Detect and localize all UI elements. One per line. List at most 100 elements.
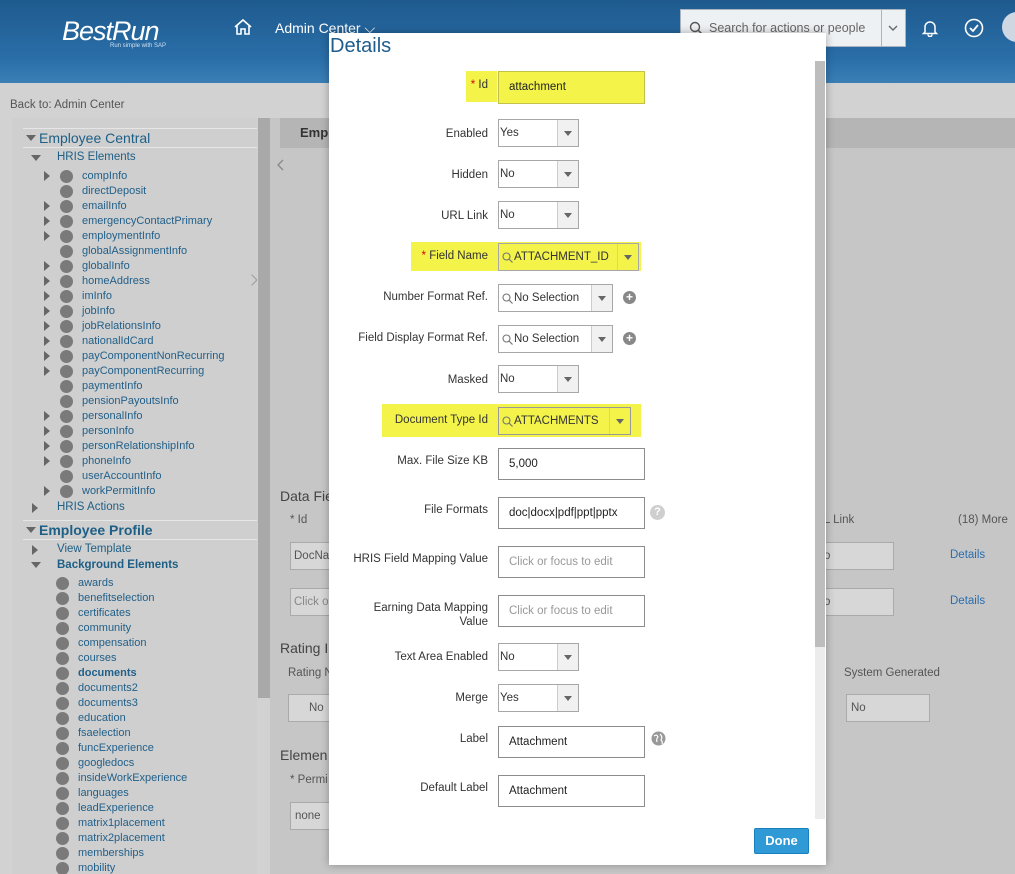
dropdown-arrow-icon[interactable] <box>557 202 578 228</box>
tree-section-employee-profile[interactable]: Employee Profile <box>23 520 257 540</box>
tree-item[interactable]: globalAssignmentInfo <box>82 245 187 257</box>
row1-url-select[interactable]: o <box>820 542 894 570</box>
tree-item[interactable]: pensionPayoutsInfo <box>82 395 179 407</box>
dropdown-arrow-icon[interactable] <box>617 244 638 270</box>
expand-arrow-icon[interactable] <box>44 351 50 361</box>
tree-item[interactable]: payComponentRecurring <box>82 365 204 377</box>
hidden-select[interactable]: No <box>498 160 579 188</box>
dropdown-arrow-icon[interactable] <box>591 326 612 352</box>
file-formats-input[interactable]: doc|docx|pdf|ppt|pptx <box>498 497 645 529</box>
tree-item[interactable]: directDeposit <box>82 185 146 197</box>
tree-item[interactable]: personalInfo <box>82 410 143 422</box>
tree-item[interactable]: nationalIdCard <box>82 335 154 347</box>
tree-item[interactable]: benefitselection <box>78 592 154 604</box>
todo-check-icon[interactable] <box>964 18 984 38</box>
collapse-arrow-icon[interactable] <box>31 562 41 568</box>
tree-item[interactable]: jobInfo <box>82 305 115 317</box>
expand-arrow-icon[interactable] <box>32 503 38 513</box>
tree-node-view-template[interactable]: View Template <box>57 543 131 555</box>
expand-arrow-icon[interactable] <box>44 201 50 211</box>
tree-node-hris-elements[interactable]: HRIS Elements <box>57 151 136 163</box>
expand-arrow-icon[interactable] <box>44 441 50 451</box>
tree-item[interactable]: userAccountInfo <box>82 470 162 482</box>
dialog-scroll-thumb[interactable] <box>815 61 825 647</box>
tree-item[interactable]: compInfo <box>82 170 127 182</box>
text-area-enabled-select[interactable]: No <box>498 643 579 671</box>
search-dropdown-button[interactable] <box>881 10 905 46</box>
id-input[interactable]: attachment <box>498 71 645 104</box>
dropdown-arrow-icon[interactable] <box>557 644 578 670</box>
tree-item[interactable]: courses <box>78 652 117 664</box>
dropdown-arrow-icon[interactable] <box>591 285 612 311</box>
tree-item[interactable]: insideWorkExperience <box>78 772 187 784</box>
tree-section-employee-central[interactable]: Employee Central <box>23 128 257 148</box>
row2-id-input[interactable]: Click o <box>290 588 334 616</box>
tree-item[interactable]: employmentInfo <box>82 230 160 242</box>
tree-item[interactable]: personInfo <box>82 425 134 437</box>
home-icon[interactable] <box>233 18 253 36</box>
expand-arrow-icon[interactable] <box>44 336 50 346</box>
tree-item[interactable]: imInfo <box>82 290 112 302</box>
row2-details-link[interactable]: Details <box>950 595 985 607</box>
tree-item[interactable]: documents3 <box>78 697 138 709</box>
chevron-left-icon[interactable] <box>276 158 286 172</box>
rating-lookup[interactable]: No <box>288 694 330 722</box>
done-button[interactable]: Done <box>754 828 809 854</box>
label-input[interactable]: Attachment <box>498 726 645 758</box>
tree-item[interactable]: languages <box>78 787 129 799</box>
tree-item[interactable]: funcExperience <box>78 742 154 754</box>
permission-select[interactable]: none <box>290 802 332 830</box>
tree-item[interactable]: globalInfo <box>82 260 130 272</box>
tree-node-hris-actions[interactable]: HRIS Actions <box>57 501 125 513</box>
expand-arrow-icon[interactable] <box>44 456 50 466</box>
tree-item[interactable]: matrix1placement <box>78 817 165 829</box>
expand-arrow-icon[interactable] <box>44 261 50 271</box>
merge-select[interactable]: Yes <box>498 684 579 712</box>
tree-item[interactable]: payComponentNonRecurring <box>82 350 224 362</box>
document-type-lookup[interactable]: ATTACHMENTS <box>498 407 631 435</box>
row1-id-input[interactable]: DocNa <box>290 542 334 570</box>
tree-item[interactable]: documents2 <box>78 682 138 694</box>
dropdown-arrow-icon[interactable] <box>557 685 578 711</box>
chevron-right-icon[interactable] <box>246 274 257 286</box>
more-columns-link[interactable]: (18) More <box>958 514 1008 526</box>
tree-item[interactable]: documents <box>78 667 137 679</box>
expand-arrow-icon[interactable] <box>44 366 50 376</box>
enabled-select[interactable]: Yes <box>498 119 579 147</box>
dropdown-arrow-icon[interactable] <box>557 120 578 146</box>
add-icon[interactable]: + <box>623 291 636 304</box>
tree-item[interactable]: workPermitInfo <box>82 485 155 497</box>
tree-item[interactable]: matrix2placement <box>78 832 165 844</box>
row1-details-link[interactable]: Details <box>950 549 985 561</box>
masked-select[interactable]: No <box>498 365 579 393</box>
expand-arrow-icon[interactable] <box>44 171 50 181</box>
expand-arrow-icon[interactable] <box>44 276 50 286</box>
tree-scrollbar[interactable] <box>258 118 270 698</box>
globe-icon[interactable] <box>651 731 666 746</box>
expand-arrow-icon[interactable] <box>44 291 50 301</box>
expand-arrow-icon[interactable] <box>44 306 50 316</box>
tree-item[interactable]: education <box>78 712 126 724</box>
expand-arrow-icon[interactable] <box>44 216 50 226</box>
dropdown-arrow-icon[interactable] <box>557 366 578 392</box>
collapse-arrow-icon[interactable] <box>26 527 36 533</box>
tree-item[interactable]: emailInfo <box>82 200 127 212</box>
expand-arrow-icon[interactable] <box>44 411 50 421</box>
dropdown-arrow-icon[interactable] <box>609 408 630 434</box>
bell-icon[interactable] <box>921 19 939 37</box>
earning-mapping-input[interactable]: Click or focus to edit <box>498 595 645 627</box>
tree-item[interactable]: compensation <box>78 637 147 649</box>
avatar[interactable] <box>1002 12 1015 42</box>
tree-item[interactable]: memberships <box>78 847 144 859</box>
expand-arrow-icon[interactable] <box>44 231 50 241</box>
number-format-lookup[interactable]: No Selection <box>498 284 613 312</box>
expand-arrow-icon[interactable] <box>32 545 38 555</box>
tree-item[interactable]: jobRelationsInfo <box>82 320 161 332</box>
system-generated-select[interactable]: No <box>846 694 930 722</box>
help-icon[interactable]: ? <box>650 505 665 520</box>
collapse-arrow-icon[interactable] <box>31 155 41 161</box>
tree-item[interactable]: googledocs <box>78 757 134 769</box>
expand-arrow-icon[interactable] <box>44 321 50 331</box>
tree-item[interactable]: phoneInfo <box>82 455 131 467</box>
tree-item[interactable]: fsaelection <box>78 727 131 739</box>
